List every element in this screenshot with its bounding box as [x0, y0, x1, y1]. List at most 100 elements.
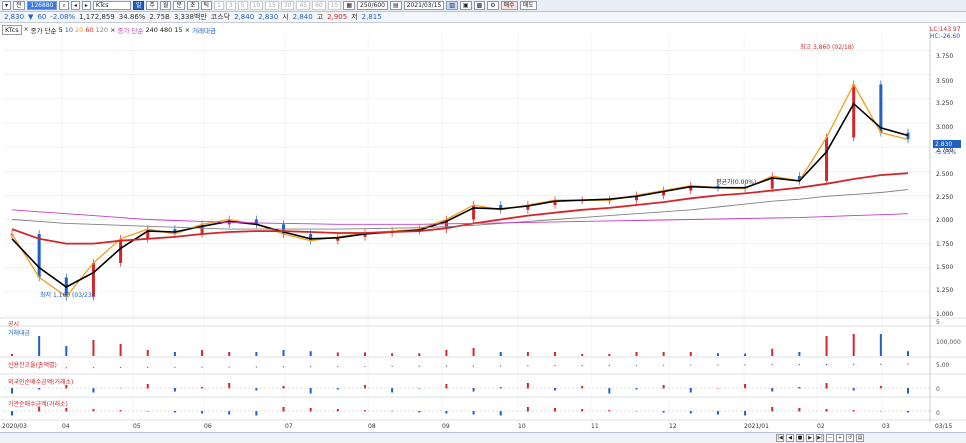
- credit-point: [744, 364, 746, 366]
- price-tick: 3.750: [936, 53, 953, 60]
- disclosure-value: 5: [936, 319, 940, 326]
- x-label: 2021/01: [744, 423, 769, 430]
- x-label: 03: [882, 423, 890, 430]
- foreign-bar: [499, 387, 502, 389]
- price-tick: 3.250: [936, 100, 953, 107]
- inst-bar: [201, 411, 204, 414]
- disclosure-panel-label: 공시: [8, 321, 20, 328]
- credit-point: [228, 366, 230, 368]
- price-tick: 1.750: [936, 241, 953, 248]
- inst-bar: [907, 411, 909, 413]
- inst-value: 0: [936, 410, 940, 417]
- x-end-label: 03/15: [935, 423, 953, 430]
- inst-bar: [852, 410, 855, 412]
- foreign-bar: [201, 387, 204, 389]
- volume-bar: [363, 352, 366, 356]
- volume-panel-label: 거래대금: [8, 330, 31, 337]
- current-rate-label: -3.95%: [935, 149, 957, 156]
- candle-body: [309, 233, 313, 241]
- credit-point: [472, 365, 475, 367]
- foreign-bar: [228, 383, 231, 389]
- inst-bar: [228, 411, 231, 415]
- price-tick: 2.000: [936, 217, 953, 224]
- zoom-in-button[interactable]: +: [836, 434, 844, 442]
- foreign-bar: [38, 388, 41, 390]
- reset-button[interactable]: ↺: [846, 434, 854, 442]
- volume-value: 100,000: [936, 339, 961, 346]
- credit-point: [282, 366, 285, 368]
- lc-label: LC:143.97: [930, 26, 961, 33]
- candle-body: [37, 233, 41, 278]
- scroll-stop-button[interactable]: ■: [796, 434, 804, 442]
- credit-point: [391, 365, 393, 367]
- foreign-bar: [798, 387, 801, 389]
- credit-point: [364, 365, 366, 368]
- volume-bar: [255, 352, 258, 356]
- volume-bar: [173, 352, 176, 356]
- price-tick: 3.000: [936, 124, 953, 131]
- credit-point: [635, 364, 638, 366]
- price-chart[interactable]: 최고 3,860 (02/18) 최저 1,160 (03/23) 평균가(0.…: [0, 0, 966, 432]
- current-price-label: 2.830: [935, 141, 952, 148]
- foreign-bar: [635, 388, 638, 390]
- volume-bar: [119, 344, 122, 356]
- foreign-bar: [689, 388, 692, 393]
- credit-point: [120, 366, 122, 369]
- credit-point: [445, 365, 448, 367]
- foreign-bar: [391, 388, 394, 393]
- volume-bar: [228, 352, 231, 356]
- volume-bar: [744, 353, 747, 356]
- foreign-bar: [771, 388, 774, 392]
- volume-bar: [526, 352, 529, 356]
- credit-point: [798, 363, 800, 366]
- foreign-bar: [309, 388, 312, 394]
- price-tick: 2.500: [936, 171, 953, 178]
- credit-point: [174, 366, 176, 368]
- inst-bar: [119, 410, 122, 412]
- inst-bar: [554, 408, 557, 412]
- volume-bar: [445, 350, 448, 356]
- volume-bar: [907, 351, 909, 356]
- price-tick: 1.250: [936, 287, 953, 294]
- x-label: 10: [518, 423, 526, 430]
- foreign-bar: [336, 388, 339, 390]
- scroll-bar[interactable]: |◀ ◀ ■ ▶ ▶| − + ↺ ▤: [0, 432, 966, 443]
- volume-bar: [852, 334, 855, 356]
- zoom-out-button[interactable]: −: [826, 434, 834, 442]
- volume-bar: [336, 352, 339, 356]
- scroll-next-button[interactable]: ▶: [806, 434, 814, 442]
- foreign-panel-label: 외국인순매수금액(거래소): [8, 379, 74, 386]
- volume-bar: [825, 336, 828, 356]
- scroll-first-button[interactable]: |◀: [776, 434, 784, 442]
- mid-annotation: 평균가(0.00%): [716, 178, 756, 186]
- low-annotation: 최저 1,160 (03/23): [40, 291, 94, 299]
- credit-point: [418, 365, 420, 367]
- scroll-prev-button[interactable]: ◀: [786, 434, 794, 442]
- x-label: 06: [204, 423, 212, 430]
- layout-button[interactable]: ▤: [856, 434, 864, 442]
- credit-point: [500, 365, 502, 367]
- high-annotation: 최고 3,860 (02/18): [800, 43, 854, 51]
- volume-bar: [418, 353, 421, 356]
- sub-panels: [4, 334, 930, 416]
- credit-point: [554, 365, 556, 367]
- credit-point: [201, 366, 203, 368]
- inst-bar: [173, 411, 176, 413]
- credit-panel-label: 신용잔고율(총액별): [8, 362, 57, 369]
- volume-bar: [554, 352, 557, 356]
- foreign-bar: [173, 388, 176, 392]
- candle-body: [879, 84, 883, 133]
- credit-point: [907, 363, 909, 365]
- foreign-bar: [472, 388, 475, 392]
- scroll-last-button[interactable]: ▶|: [816, 434, 824, 442]
- credit-point: [255, 366, 257, 368]
- credit-point: [92, 367, 95, 369]
- credit-point: [527, 365, 529, 367]
- credit-point: [608, 364, 610, 367]
- volume-bar: [879, 334, 882, 356]
- candle-body: [852, 84, 856, 138]
- hc-label: HC:-26.60: [930, 33, 960, 40]
- credit-point: [581, 364, 583, 367]
- inst-bar: [418, 411, 421, 413]
- price-tick: 3.500: [936, 78, 953, 85]
